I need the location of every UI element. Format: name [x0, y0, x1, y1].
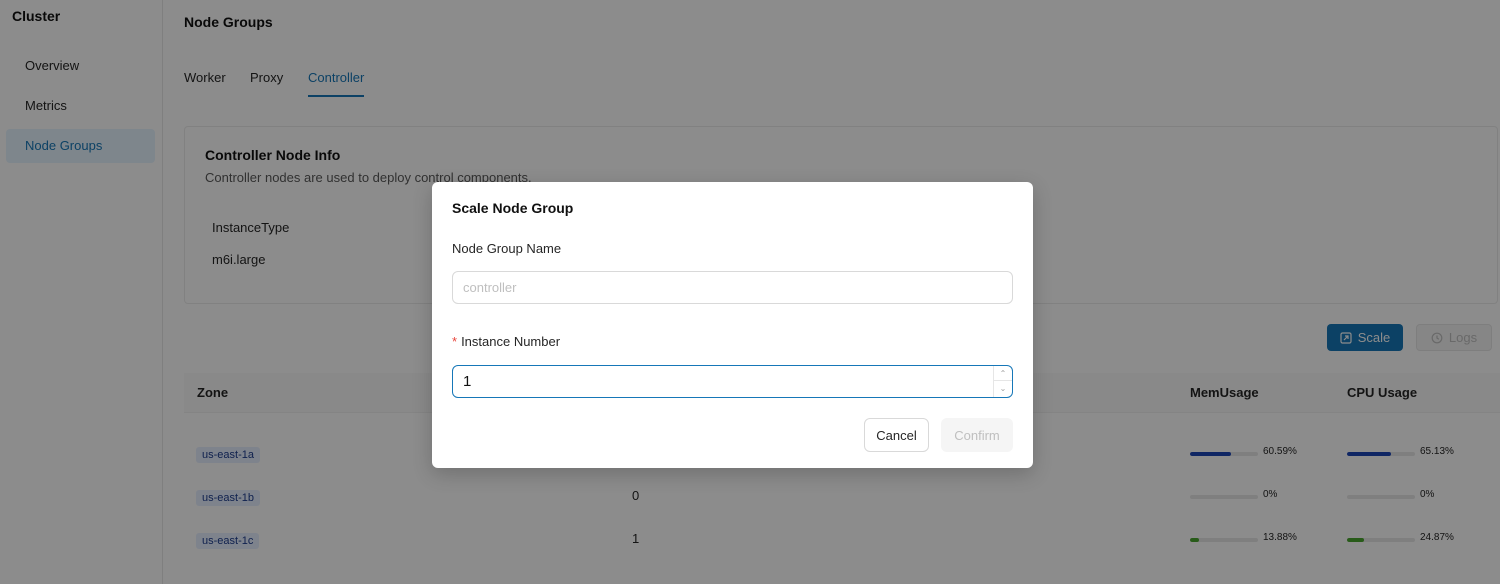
modal-title: Scale Node Group [452, 200, 574, 216]
instance-number-label: * Instance Number [452, 334, 560, 349]
cancel-button[interactable]: Cancel [864, 418, 929, 452]
node-group-name-label: Node Group Name [452, 241, 562, 256]
instance-number-label-text: Instance Number [461, 334, 561, 349]
scale-node-group-modal: Scale Node Group Node Group Name control… [432, 182, 1033, 468]
instance-number-input[interactable]: 1 ⌃ ⌄ [452, 365, 1013, 398]
confirm-button[interactable]: Confirm [941, 418, 1013, 452]
decrement-icon[interactable]: ⌄ [994, 381, 1012, 396]
node-group-name-input[interactable]: controller [452, 271, 1013, 304]
increment-icon[interactable]: ⌃ [994, 366, 1012, 381]
instance-number-stepper[interactable]: ⌃ ⌄ [993, 366, 1012, 397]
required-marker: * [452, 334, 458, 349]
instance-number-value: 1 [463, 373, 472, 390]
